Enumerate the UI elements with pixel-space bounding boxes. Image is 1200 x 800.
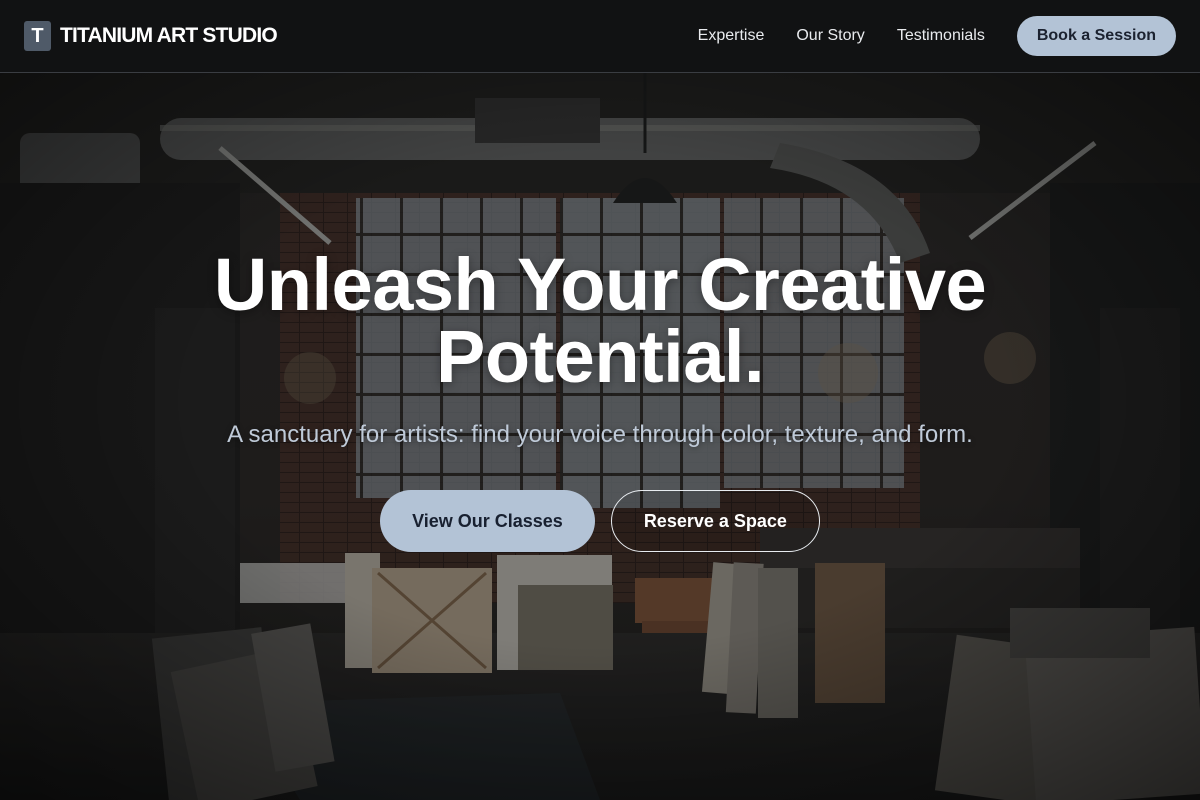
top-navbar: T TITANIUM ART STUDIO Expertise Our Stor… [0,0,1200,73]
brand-logo[interactable]: T TITANIUM ART STUDIO [24,21,278,51]
book-session-button[interactable]: Book a Session [1016,16,1176,56]
nav-link-our-story[interactable]: Our Story [796,27,864,45]
brand-name: TITANIUM ART STUDIO [60,24,278,47]
hero-content: Unleash Your Creative Potential. A sanct… [0,73,1200,800]
nav-link-testimonials[interactable]: Testimonials [897,27,985,45]
view-classes-button[interactable]: View Our Classes [380,490,595,552]
hero-section: Unleash Your Creative Potential. A sanct… [0,73,1200,800]
brand-mark-icon: T [24,21,51,51]
hero-subtitle: A sanctuary for artists: find your voice… [227,421,973,448]
nav-link-expertise[interactable]: Expertise [698,27,765,45]
reserve-space-button[interactable]: Reserve a Space [610,490,820,552]
nav-menu: Expertise Our Story Testimonials Book a … [698,16,1176,56]
hero-title: Unleash Your Creative Potential. [213,243,987,398]
hero-actions: View Our Classes Reserve a Space [380,490,820,552]
